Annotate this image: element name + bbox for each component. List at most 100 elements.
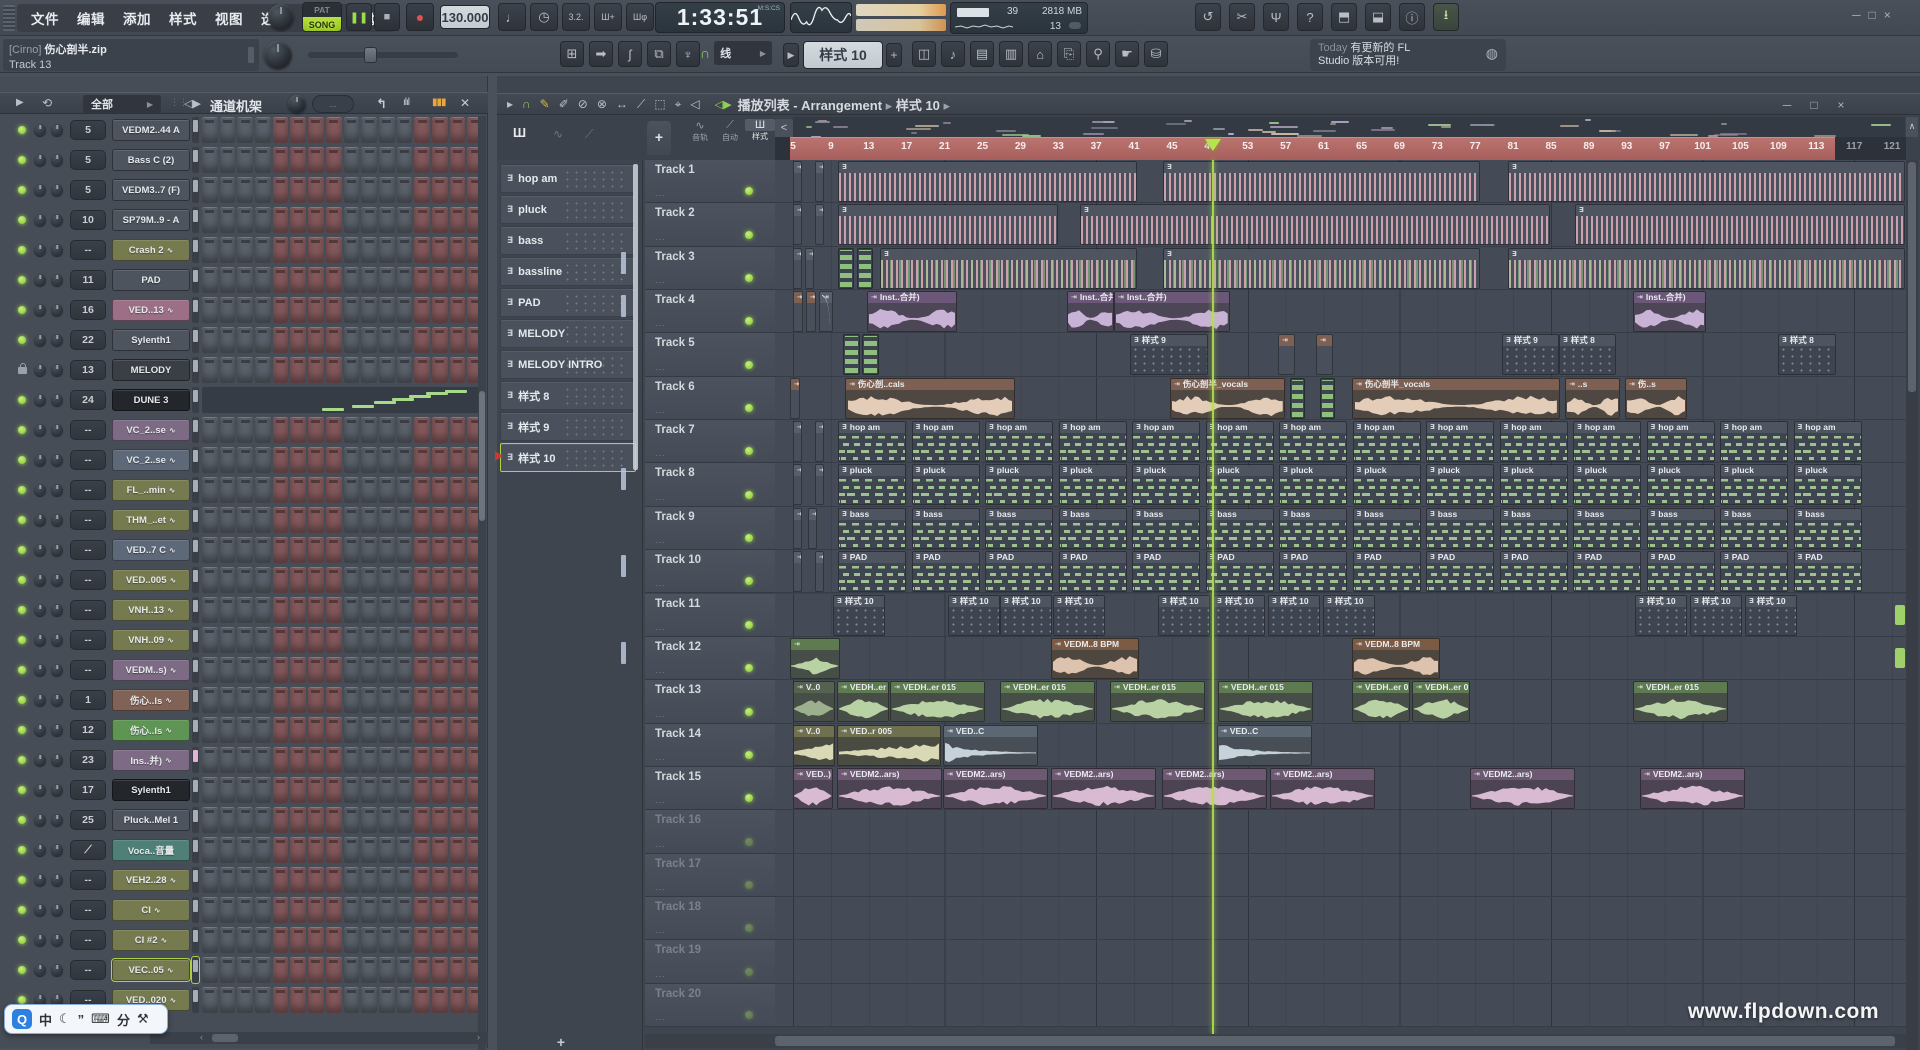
step-button[interactable] bbox=[450, 267, 466, 293]
channel-target-display[interactable]: -- bbox=[70, 900, 106, 920]
step-button[interactable] bbox=[432, 117, 448, 143]
clip[interactable]: ∃hop am bbox=[1132, 421, 1200, 462]
step-button[interactable] bbox=[450, 897, 466, 923]
clip[interactable]: ∃PAD bbox=[1426, 551, 1494, 592]
clip[interactable]: ∃样式 10 bbox=[1213, 595, 1265, 636]
step-button[interactable] bbox=[202, 327, 218, 353]
step-button[interactable] bbox=[290, 687, 306, 713]
channel-button[interactable]: VC_2..se∿ bbox=[112, 449, 190, 471]
pattern-item[interactable]: ∃样式 9 bbox=[500, 412, 636, 441]
channel-button[interactable]: THM_..et∿ bbox=[112, 509, 190, 531]
step-button[interactable] bbox=[414, 687, 430, 713]
step-button[interactable] bbox=[379, 657, 395, 683]
step-button[interactable] bbox=[432, 927, 448, 953]
step-button[interactable] bbox=[379, 747, 395, 773]
step-button[interactable] bbox=[432, 567, 448, 593]
channel-target-display[interactable]: -- bbox=[70, 870, 106, 890]
step-button[interactable] bbox=[379, 507, 395, 533]
channel-button[interactable]: DUNE 3 bbox=[112, 389, 190, 411]
clip[interactable]: ∃PAD bbox=[1647, 551, 1715, 592]
step-button[interactable] bbox=[361, 327, 377, 353]
channel-target-display[interactable]: 22 bbox=[70, 330, 106, 350]
step-button[interactable] bbox=[326, 867, 342, 893]
step-button[interactable] bbox=[202, 357, 218, 383]
channel-target-display[interactable]: -- bbox=[70, 450, 106, 470]
paint-icon[interactable]: ✐ bbox=[559, 97, 569, 112]
volume-knob[interactable] bbox=[51, 424, 63, 436]
preview-icon[interactable]: ◁ bbox=[690, 97, 699, 112]
pattern-item[interactable]: ∃bass bbox=[500, 226, 636, 255]
step-button[interactable] bbox=[255, 207, 271, 233]
step-button[interactable] bbox=[344, 717, 360, 743]
step-button[interactable] bbox=[432, 687, 448, 713]
step-button[interactable] bbox=[290, 987, 306, 1013]
step-button[interactable] bbox=[237, 957, 253, 983]
step-button[interactable] bbox=[255, 657, 271, 683]
step-button[interactable] bbox=[344, 117, 360, 143]
step-button[interactable] bbox=[432, 537, 448, 563]
step-button[interactable] bbox=[290, 807, 306, 833]
picker-tab-3[interactable]: Ш样式 bbox=[745, 115, 775, 160]
step-button[interactable] bbox=[344, 267, 360, 293]
channel-target-display[interactable]: -- bbox=[70, 540, 106, 560]
step-button[interactable] bbox=[379, 237, 395, 263]
track-led[interactable] bbox=[745, 187, 753, 195]
clip[interactable]: ∃ bbox=[838, 161, 1137, 202]
step-button[interactable] bbox=[220, 957, 236, 983]
step-button[interactable] bbox=[379, 417, 395, 443]
step-button[interactable] bbox=[361, 747, 377, 773]
step-button[interactable] bbox=[220, 567, 236, 593]
channel-led[interactable] bbox=[18, 906, 26, 914]
step-button[interactable] bbox=[414, 327, 430, 353]
step-button[interactable] bbox=[220, 327, 236, 353]
step-button[interactable] bbox=[237, 237, 253, 263]
typing-to-piano-icon[interactable]: ➡ bbox=[589, 41, 613, 67]
playlist-title[interactable]: 播放列表 - Arrangement ▸ 样式 10 ▸ bbox=[738, 95, 950, 114]
step-button[interactable] bbox=[202, 237, 218, 263]
track-options[interactable]: ... bbox=[655, 795, 666, 805]
step-button[interactable] bbox=[255, 297, 271, 323]
ime-char-icon[interactable]: 分 bbox=[117, 1010, 130, 1029]
track-header[interactable]: Track 9... bbox=[645, 507, 775, 550]
step-button[interactable] bbox=[273, 897, 289, 923]
step-button[interactable] bbox=[202, 837, 218, 863]
step-button[interactable] bbox=[414, 267, 430, 293]
pan-knob[interactable] bbox=[34, 514, 46, 526]
step-button[interactable] bbox=[255, 477, 271, 503]
step-button[interactable] bbox=[255, 267, 271, 293]
track-lane[interactable]: ⇥VED..)⇥VEDM2..ars)⇥VEDM2..ars)⇥VEDM2..a… bbox=[775, 767, 1906, 810]
step-button[interactable] bbox=[202, 777, 218, 803]
channel-button[interactable]: VED..7 C∿ bbox=[112, 539, 190, 561]
step-button[interactable] bbox=[414, 987, 430, 1013]
channel-led[interactable] bbox=[18, 576, 26, 584]
step-button[interactable] bbox=[273, 297, 289, 323]
channel-button[interactable]: CI∿ bbox=[112, 899, 190, 921]
step-button[interactable] bbox=[220, 117, 236, 143]
step-button[interactable] bbox=[326, 357, 342, 383]
step-button[interactable] bbox=[220, 477, 236, 503]
clip[interactable]: ⇥ bbox=[806, 291, 816, 332]
step-button[interactable] bbox=[308, 897, 324, 923]
step-button[interactable] bbox=[255, 747, 271, 773]
clip[interactable]: ∃pluck bbox=[1279, 464, 1347, 505]
rack-undo-icon[interactable]: ↰ bbox=[376, 96, 387, 112]
clip[interactable]: ∃bass bbox=[1573, 508, 1641, 549]
step-button[interactable] bbox=[202, 867, 218, 893]
step-button[interactable] bbox=[326, 567, 342, 593]
step-button[interactable] bbox=[397, 147, 413, 173]
step-button[interactable] bbox=[379, 807, 395, 833]
app-minimize-icon[interactable]: ─ bbox=[1852, 8, 1861, 22]
pattern-item[interactable]: ∃样式 10 bbox=[500, 443, 636, 472]
step-button[interactable] bbox=[361, 627, 377, 653]
clip[interactable]: ∃样式 9 bbox=[1502, 334, 1559, 375]
step-button[interactable] bbox=[326, 417, 342, 443]
pan-knob[interactable] bbox=[34, 244, 46, 256]
channel-led[interactable] bbox=[18, 756, 26, 764]
channel-fader[interactable] bbox=[192, 147, 199, 173]
rack-hscrollbar[interactable]: ‹ › bbox=[150, 1032, 488, 1044]
clip[interactable]: ⇥ bbox=[793, 508, 802, 549]
track-led[interactable] bbox=[745, 534, 753, 542]
clip[interactable]: ∃PAD bbox=[1279, 551, 1347, 592]
step-button[interactable] bbox=[361, 477, 377, 503]
track-lane[interactable]: ⇥V..0⇥VED..r 005⇥VED..C⇥VED..C bbox=[775, 724, 1906, 767]
